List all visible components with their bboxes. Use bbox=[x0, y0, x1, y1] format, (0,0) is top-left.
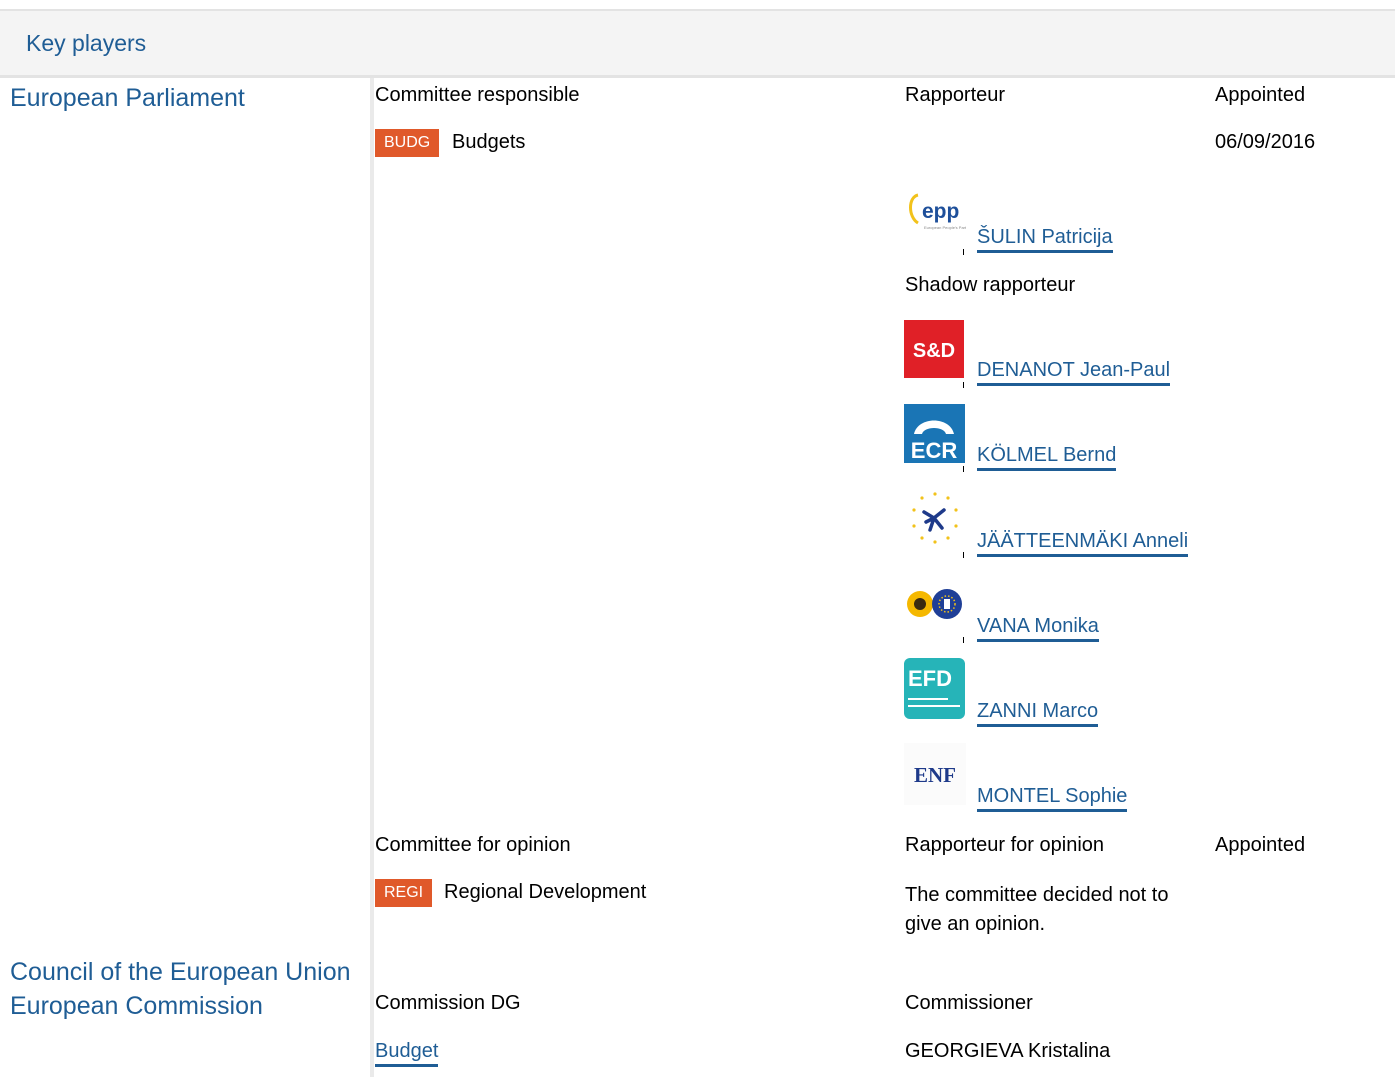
ecr-logo-icon: ECR bbox=[904, 404, 966, 466]
institution-european-parliament[interactable]: European Parliament bbox=[10, 84, 245, 113]
shadow-rapporteur-name: VANA Monika bbox=[977, 615, 1099, 642]
greens-efa-logo-icon bbox=[904, 574, 966, 636]
opinion-committee-name: Regional Development bbox=[444, 881, 647, 903]
committee-responsible-header: Committee responsible bbox=[375, 84, 580, 106]
rapporteur-header: Rapporteur bbox=[905, 84, 1006, 106]
appointed-date: 06/09/2016 bbox=[1215, 131, 1316, 153]
ecr-logo-text: ECR bbox=[911, 438, 958, 463]
efdd-logo-text: EFD bbox=[908, 666, 952, 691]
shadow-link-vana[interactable]: VANA Monika bbox=[977, 615, 1099, 642]
shadow-rapporteur-name: ZANNI Marco bbox=[977, 700, 1099, 727]
enf-logo-icon: ENF bbox=[904, 743, 966, 805]
svg-text:European People's Party: European People's Party bbox=[924, 225, 966, 230]
shadow-link-montel[interactable]: MONTEL Sophie bbox=[977, 785, 1128, 812]
enf-logo-text: ENF bbox=[914, 763, 956, 787]
institution-column bbox=[0, 78, 370, 1077]
sd-logo-icon: S&D bbox=[904, 320, 966, 382]
shadow-rapporteur-name: JÄÄTTEENMÄKI Anneli bbox=[977, 530, 1189, 557]
shadow-link-zanni[interactable]: ZANNI Marco bbox=[977, 700, 1099, 727]
epp-logo-icon: epp European People's Party bbox=[904, 185, 968, 247]
alde-logo-icon bbox=[904, 488, 966, 550]
rapporteur-link[interactable]: ŠULIN Patricija bbox=[977, 226, 1113, 253]
logo-tick bbox=[963, 466, 964, 472]
commissioner-header: Commissioner bbox=[905, 992, 1033, 1014]
efdd-logo-icon: EFD bbox=[904, 658, 966, 720]
sd-logo-text: S&D bbox=[913, 340, 955, 362]
committee-name: Budgets bbox=[452, 131, 526, 153]
appointed-opinion-header: Appointed bbox=[1215, 834, 1306, 856]
shadow-link-denanot[interactable]: DENANOT Jean-Paul bbox=[977, 359, 1171, 386]
commission-dg-link[interactable]: Budget bbox=[375, 1040, 439, 1067]
rapporteur-opinion-header: Rapporteur for opinion bbox=[905, 834, 1105, 856]
svg-text:epp: epp bbox=[922, 200, 959, 223]
logo-tick bbox=[963, 249, 964, 255]
logo-tick bbox=[963, 637, 964, 643]
commission-dg: Budget bbox=[375, 1040, 439, 1067]
shadow-rapporteur-name: KÖLMEL Bernd bbox=[977, 444, 1117, 471]
shadow-rapporteur-name: DENANOT Jean-Paul bbox=[977, 359, 1171, 386]
committee-opinion-header: Committee for opinion bbox=[375, 834, 571, 856]
commissioner-name: GEORGIEVA Kristalina bbox=[905, 1040, 1111, 1062]
committee-badge-regi[interactable]: REGI bbox=[375, 879, 433, 907]
shadow-rapporteur-name: MONTEL Sophie bbox=[977, 785, 1128, 812]
commission-dg-header: Commission DG bbox=[375, 992, 521, 1014]
institution-commission[interactable]: European Commission bbox=[10, 992, 263, 1021]
rapporteur-name: ŠULIN Patricija bbox=[977, 226, 1113, 253]
shadow-link-kolmel[interactable]: KÖLMEL Bernd bbox=[977, 444, 1117, 471]
shadow-rapporteur-label: Shadow rapporteur bbox=[905, 274, 1076, 296]
institution-council[interactable]: Council of the European Union bbox=[10, 958, 351, 987]
shadow-link-jaatteenmaki[interactable]: JÄÄTTEENMÄKI Anneli bbox=[977, 530, 1189, 557]
logo-tick bbox=[963, 552, 964, 558]
logo-tick bbox=[963, 382, 964, 388]
appointed-header: Appointed bbox=[1215, 84, 1306, 106]
opinion-note: The committee decided not to give an opi… bbox=[905, 884, 1169, 935]
section-title: Key players bbox=[26, 30, 147, 56]
committee-badge-budg[interactable]: BUDG bbox=[375, 129, 440, 157]
key-players-header bbox=[0, 9, 1395, 78]
column-divider bbox=[370, 78, 374, 1077]
